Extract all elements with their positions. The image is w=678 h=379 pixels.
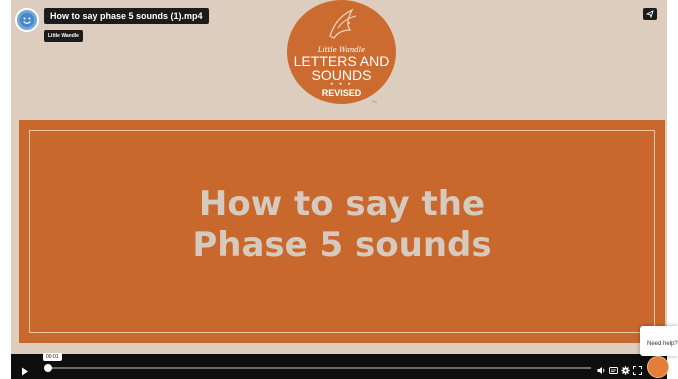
- help-popup[interactable]: Need help?: [640, 326, 678, 356]
- captions-button[interactable]: [609, 362, 618, 379]
- bird-icon: [329, 8, 357, 39]
- time-tooltip: 00:01: [43, 353, 62, 361]
- play-button[interactable]: [21, 363, 29, 379]
- seek-bar[interactable]: [43, 364, 591, 372]
- help-text: Need help?: [647, 341, 678, 347]
- channel-avatar[interactable]: [15, 8, 39, 32]
- slide-heading-line1: How to say the: [198, 184, 486, 224]
- slide-heading-line2: Phase 5 sounds: [192, 225, 492, 265]
- slide-panel: How to say the Phase 5 sounds: [19, 120, 665, 343]
- seek-handle[interactable]: [43, 364, 52, 372]
- fullscreen-button[interactable]: [633, 362, 642, 379]
- volume-button[interactable]: [597, 362, 606, 379]
- settings-button[interactable]: [621, 362, 630, 379]
- logo-stars: ★ ★ ★: [330, 81, 353, 86]
- channel-name[interactable]: Little Wandle: [44, 30, 83, 42]
- video-header: How to say phase 5 sounds (1).mp4 Little…: [15, 6, 209, 42]
- letters-and-sounds-logo: Little Wandle LETTERS AND SOUNDS ★ ★ ★ R…: [287, 0, 396, 104]
- volume-icon: [597, 367, 605, 374]
- logo-revised: REVISED: [321, 88, 362, 98]
- share-icon: [646, 10, 654, 18]
- trademark-mark: TM: [371, 99, 377, 104]
- player-control-bar: 00:01: [11, 353, 667, 379]
- share-button[interactable]: [643, 8, 657, 20]
- fullscreen-icon: [633, 366, 642, 375]
- help-launcher-button[interactable]: [647, 356, 669, 378]
- slide-heading: How to say the Phase 5 sounds: [19, 184, 665, 266]
- play-icon: [22, 367, 28, 376]
- gear-icon: [621, 366, 630, 375]
- video-title[interactable]: How to say phase 5 sounds (1).mp4: [44, 8, 209, 24]
- smiley-icon: [20, 13, 34, 27]
- captions-icon: [609, 367, 618, 374]
- video-player[interactable]: How to say phase 5 sounds (1).mp4 Little…: [11, 0, 667, 379]
